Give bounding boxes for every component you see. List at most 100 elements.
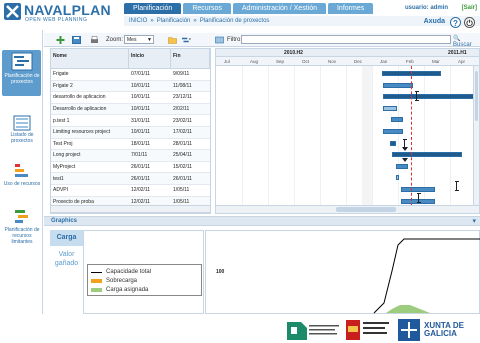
load-chart-plot xyxy=(373,238,480,314)
gantt-month-label: Aug xyxy=(250,59,259,64)
end-date-cell: 1/05/11 xyxy=(173,198,190,205)
search-button[interactable]: 🔍Buscar xyxy=(453,35,478,48)
start-date-cell: 7/01/11 xyxy=(131,152,148,159)
breadcrumb-separator: » xyxy=(193,18,197,24)
gantt-month-label: Sep xyxy=(276,59,285,64)
filter-input[interactable] xyxy=(241,35,451,44)
breadcrumb: INICIO » Planificación » Planificación d… xyxy=(129,18,269,24)
deadline-marker-icon xyxy=(455,181,459,191)
help-icon[interactable]: ? xyxy=(450,17,461,28)
sidebar-item-projects-list[interactable]: Listado de proxectos xyxy=(3,115,41,144)
color-swatch-icon xyxy=(91,279,102,283)
gantt-grid-line xyxy=(294,66,295,213)
projects-planning-icon xyxy=(11,52,33,71)
table-row[interactable]: ADVPI 12/02/11 1/05/11 xyxy=(51,185,210,197)
table-header: Nome Inicio Fin xyxy=(51,49,210,69)
start-date-cell: 12/02/11 xyxy=(131,198,151,205)
gantt-month-label: Jan xyxy=(380,59,388,64)
main-tabs: Planificación Recursos Administración / … xyxy=(124,3,374,14)
start-date-cell: 12/02/11 xyxy=(131,187,151,194)
gantt-month-label: Dec xyxy=(354,59,363,64)
tab-load[interactable]: Carga xyxy=(50,230,83,246)
gantt-bar[interactable] xyxy=(383,82,413,88)
project-name-cell: p.test 1 xyxy=(53,117,70,124)
end-date-cell: 17/02/11 xyxy=(173,129,193,136)
power-icon[interactable]: ⏻ xyxy=(464,17,475,28)
project-name-cell: Test Proj xyxy=(53,140,73,147)
gantt-bar[interactable] xyxy=(391,117,403,123)
table-row[interactable]: Limiting resources project 10/01/11 17/02/… xyxy=(51,126,210,139)
table-row[interactable]: test1 26/01/11 26/01/11 xyxy=(51,173,210,185)
column-header-end[interactable]: Fin xyxy=(171,49,210,68)
gantt-grid-line xyxy=(242,66,243,213)
end-date-cell: 1/05/11 xyxy=(173,187,190,194)
planning-toolbar: Zoom: Mes ▼ Filtro: 🔍Buscar xyxy=(44,33,480,48)
sidebar-item-resources-load[interactable]: Uso de recursos xyxy=(3,162,41,187)
gantt-horizontal-scrollbar[interactable] xyxy=(216,205,479,213)
filter-icon xyxy=(215,36,224,44)
table-horizontal-scrollbar[interactable] xyxy=(50,205,211,213)
table-row[interactable]: Frigate 07/01/11 9/09/11 xyxy=(51,69,210,81)
load-chart: 100 xyxy=(205,230,480,314)
header: NAVALPLAN OPEN WEB PLANNING Planificació… xyxy=(0,0,480,28)
breadcrumb-home[interactable]: INICIO xyxy=(129,18,147,24)
sidebar-item-label: Planificación de recursos limitantes xyxy=(4,227,40,245)
zoom-value: Mes xyxy=(127,37,137,43)
chevron-down-icon: ▼ xyxy=(147,37,152,43)
column-header-name[interactable]: Nome xyxy=(51,49,129,68)
gantt-vertical-scrollbar[interactable] xyxy=(473,66,479,206)
tab-earned-value[interactable]: Valor gañado xyxy=(50,246,83,274)
help-link[interactable]: Axuda xyxy=(424,18,445,25)
gantt-year-label: 2010.H2 xyxy=(284,50,303,56)
column-header-start[interactable]: Inicio xyxy=(129,49,171,68)
table-row[interactable]: Frigate 2 10/01/11 11/08/11 xyxy=(51,80,210,93)
table-row[interactable]: MyProject 26/01/11 15/02/11 xyxy=(51,162,210,174)
folder-icon[interactable] xyxy=(168,36,177,44)
gobierno-espana-logo xyxy=(346,320,389,340)
tab-planning[interactable]: Planificación xyxy=(124,3,182,14)
start-date-cell: 10/01/11 xyxy=(131,106,151,113)
gantt-chart: 2010.H2 2011.H1 Jul Aug Sep Oct Nov Dec Jan Feb… xyxy=(215,48,480,214)
xunta-de-galicia-logo xyxy=(398,319,420,341)
end-date-cell: 28/01/11 xyxy=(173,140,193,147)
logout-link[interactable]: [Saír] xyxy=(462,5,477,11)
tab-resources[interactable]: Recursos xyxy=(183,3,231,14)
print-icon[interactable] xyxy=(90,36,99,44)
scrollbar-thumb[interactable] xyxy=(475,71,478,121)
tab-reports[interactable]: Informes xyxy=(327,3,374,14)
gantt-year-boundary xyxy=(362,66,372,213)
scrollbar-thumb[interactable] xyxy=(336,207,396,212)
gantt-bar[interactable] xyxy=(390,140,396,146)
gantt-grid-line xyxy=(320,66,321,213)
add-project-icon[interactable] xyxy=(56,36,65,44)
save-icon[interactable] xyxy=(72,36,81,44)
ministerio-logo xyxy=(287,322,307,340)
table-row[interactable]: p.test 1 31/01/11 23/02/11 xyxy=(51,115,210,127)
sidebar-item-projects-planning[interactable]: Planificación de proxectos xyxy=(3,52,41,85)
start-date-cell: 26/01/11 xyxy=(131,175,151,182)
table-row[interactable]: Desarrollo de aplicacion 10/01/11 2/02/11 xyxy=(51,103,210,116)
tab-administration[interactable]: Administración / Xestión xyxy=(232,3,326,14)
chevron-down-icon[interactable]: ▾ xyxy=(472,217,476,225)
table-row[interactable]: Test Proj 18/01/11 28/01/11 xyxy=(51,139,210,151)
graphics-panel-header[interactable]: Graphics ▾ xyxy=(44,216,480,226)
gantt-bar[interactable] xyxy=(383,129,403,134)
gantt-bar[interactable] xyxy=(383,94,475,100)
gantt-month-label: Jul xyxy=(224,59,230,64)
line-swatch-icon xyxy=(91,271,102,273)
gantt-bar[interactable] xyxy=(392,152,462,158)
sidebar-item-limiting-resources[interactable]: Planificación de recursos limitantes xyxy=(3,208,41,245)
sidebar-item-label: Uso de recursos xyxy=(3,181,41,187)
ministerio-text-logo xyxy=(309,325,339,335)
table-row[interactable]: desarrollo de aplicacion 10/01/11 23/12/11 xyxy=(51,92,210,104)
table-row[interactable]: Long project 7/01/11 25/04/11 xyxy=(51,150,210,162)
gantt-bar[interactable] xyxy=(396,163,408,169)
gantt-bar[interactable] xyxy=(383,105,397,111)
expand-all-icon[interactable] xyxy=(182,36,191,44)
breadcrumb-planning[interactable]: Planificación xyxy=(157,18,191,24)
zoom-select[interactable]: Mes ▼ xyxy=(124,35,154,44)
gantt-bar[interactable] xyxy=(396,175,399,181)
app-title: NAVALPLAN xyxy=(24,2,111,18)
gantt-bar[interactable] xyxy=(401,187,435,192)
project-name-cell: test1 xyxy=(53,175,64,182)
